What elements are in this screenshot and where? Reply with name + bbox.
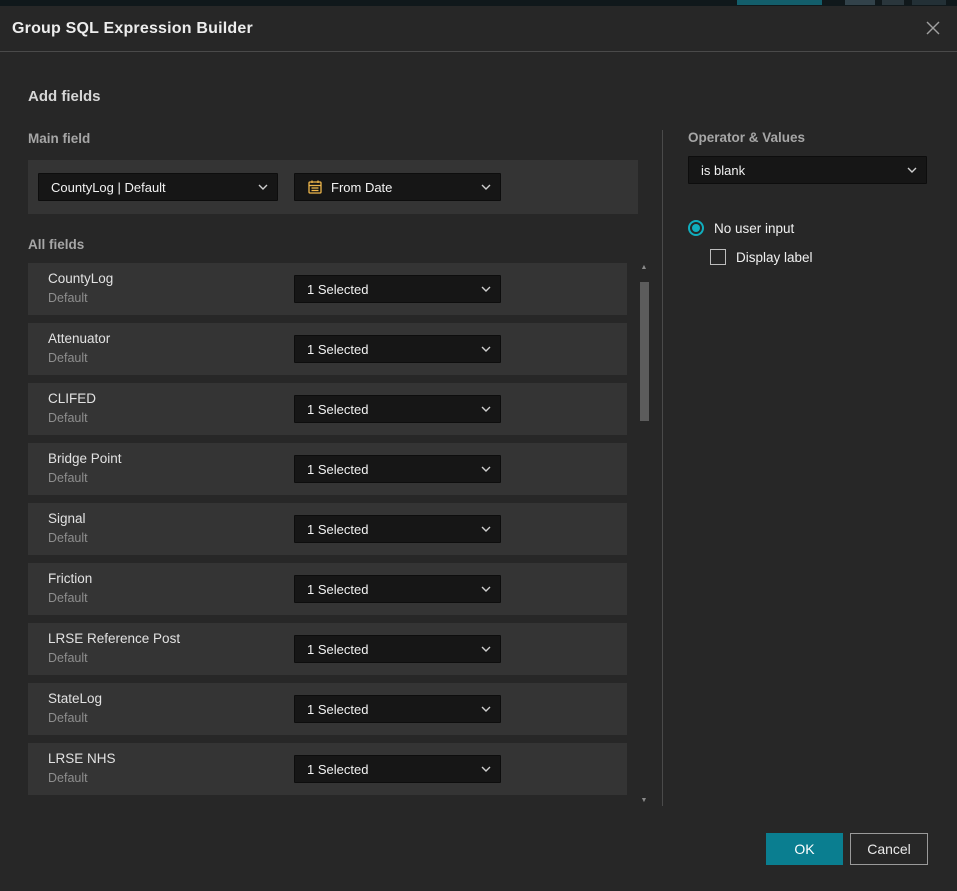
display-label-checkbox[interactable]: Display label — [710, 249, 813, 265]
chevron-down-icon — [481, 184, 491, 190]
display-label-label: Display label — [736, 250, 813, 265]
background-fragment — [737, 0, 822, 5]
field-subtitle: Default — [48, 711, 88, 725]
dialog-title: Group SQL Expression Builder — [0, 20, 253, 38]
close-button[interactable] — [922, 19, 944, 41]
chevron-down-icon — [481, 706, 491, 712]
group-sql-expression-builder-dialog: Group SQL Expression Builder Add fields … — [0, 6, 957, 891]
field-subtitle: Default — [48, 351, 88, 365]
field-selection-value: 1 Selected — [307, 462, 368, 477]
field-row[interactable]: Signal Default 1 Selected — [28, 503, 627, 555]
field-selection-dropdown[interactable]: 1 Selected — [294, 395, 501, 423]
dialog-titlebar: Group SQL Expression Builder — [0, 6, 957, 52]
field-selection-value: 1 Selected — [307, 582, 368, 597]
field-selection-dropdown[interactable]: 1 Selected — [294, 695, 501, 723]
list-scrollbar[interactable]: ▲ ▼ — [637, 263, 651, 806]
field-subtitle: Default — [48, 291, 88, 305]
no-user-input-radio[interactable]: No user input — [688, 220, 794, 236]
field-name: Attenuator — [48, 331, 110, 346]
field-selection-value: 1 Selected — [307, 402, 368, 417]
main-field-label: Main field — [28, 131, 90, 146]
field-subtitle: Default — [48, 651, 88, 665]
main-field-field-dropdown[interactable]: From Date — [294, 173, 501, 201]
scrollbar-thumb[interactable] — [640, 282, 649, 421]
scrollbar-up-icon[interactable]: ▲ — [640, 265, 648, 271]
ok-button[interactable]: OK — [766, 833, 843, 865]
field-name: Bridge Point — [48, 451, 122, 466]
field-row[interactable]: Friction Default 1 Selected — [28, 563, 627, 615]
field-name: CLIFED — [48, 391, 96, 406]
main-field-source-dropdown[interactable]: CountyLog | Default — [38, 173, 278, 201]
field-row[interactable]: CLIFED Default 1 Selected — [28, 383, 627, 435]
main-field-source-value: CountyLog | Default — [51, 180, 166, 195]
cancel-button[interactable]: Cancel — [850, 833, 928, 865]
field-selection-value: 1 Selected — [307, 282, 368, 297]
chevron-down-icon — [481, 586, 491, 592]
field-row[interactable]: StateLog Default 1 Selected — [28, 683, 627, 735]
radio-selected-icon — [688, 220, 704, 236]
field-selection-dropdown[interactable]: 1 Selected — [294, 335, 501, 363]
main-field-panel: CountyLog | Default From Date — [28, 160, 638, 214]
field-subtitle: Default — [48, 411, 88, 425]
field-name: CountyLog — [48, 271, 113, 286]
background-fragment — [845, 0, 875, 5]
background-fragment — [912, 0, 946, 5]
field-selection-dropdown[interactable]: 1 Selected — [294, 575, 501, 603]
field-selection-value: 1 Selected — [307, 762, 368, 777]
operator-dropdown[interactable]: is blank — [688, 156, 927, 184]
field-selection-dropdown[interactable]: 1 Selected — [294, 515, 501, 543]
panel-divider — [662, 130, 663, 806]
field-subtitle: Default — [48, 531, 88, 545]
add-fields-heading: Add fields — [28, 88, 101, 105]
chevron-down-icon — [258, 184, 268, 190]
operator-values-heading: Operator & Values — [688, 130, 805, 145]
chevron-down-icon — [481, 286, 491, 292]
field-subtitle: Default — [48, 471, 88, 485]
chevron-down-icon — [481, 766, 491, 772]
field-row[interactable]: Bridge Point Default 1 Selected — [28, 443, 627, 495]
all-fields-list: CountyLog Default 1 Selected Attenuator … — [28, 263, 627, 803]
chevron-down-icon — [481, 406, 491, 412]
field-name: LRSE NHS — [48, 751, 116, 766]
field-name: Friction — [48, 571, 92, 586]
field-name: Signal — [48, 511, 86, 526]
checkbox-unchecked-icon — [710, 249, 726, 265]
chevron-down-icon — [481, 526, 491, 532]
field-subtitle: Default — [48, 591, 88, 605]
chevron-down-icon — [481, 346, 491, 352]
main-field-field-value: From Date — [331, 180, 392, 195]
field-selection-dropdown[interactable]: 1 Selected — [294, 755, 501, 783]
field-row[interactable]: Attenuator Default 1 Selected — [28, 323, 627, 375]
field-name: LRSE Reference Post — [48, 631, 180, 646]
field-row[interactable]: LRSE Reference Post Default 1 Selected — [28, 623, 627, 675]
field-subtitle: Default — [48, 771, 88, 785]
field-row[interactable]: CountyLog Default 1 Selected — [28, 263, 627, 315]
field-selection-value: 1 Selected — [307, 642, 368, 657]
field-name: StateLog — [48, 691, 102, 706]
chevron-down-icon — [907, 167, 917, 173]
field-selection-value: 1 Selected — [307, 342, 368, 357]
field-selection-dropdown[interactable]: 1 Selected — [294, 275, 501, 303]
field-selection-dropdown[interactable]: 1 Selected — [294, 635, 501, 663]
field-selection-dropdown[interactable]: 1 Selected — [294, 455, 501, 483]
operator-value: is blank — [701, 163, 745, 178]
all-fields-label: All fields — [28, 237, 84, 252]
chevron-down-icon — [481, 466, 491, 472]
no-user-input-label: No user input — [714, 221, 794, 236]
field-selection-value: 1 Selected — [307, 702, 368, 717]
calendar-icon — [307, 179, 323, 195]
field-row[interactable]: LRSE NHS Default 1 Selected — [28, 743, 627, 795]
field-selection-value: 1 Selected — [307, 522, 368, 537]
background-fragment — [882, 0, 904, 5]
close-icon — [925, 20, 941, 41]
scrollbar-down-icon[interactable]: ▼ — [640, 798, 648, 804]
chevron-down-icon — [481, 646, 491, 652]
